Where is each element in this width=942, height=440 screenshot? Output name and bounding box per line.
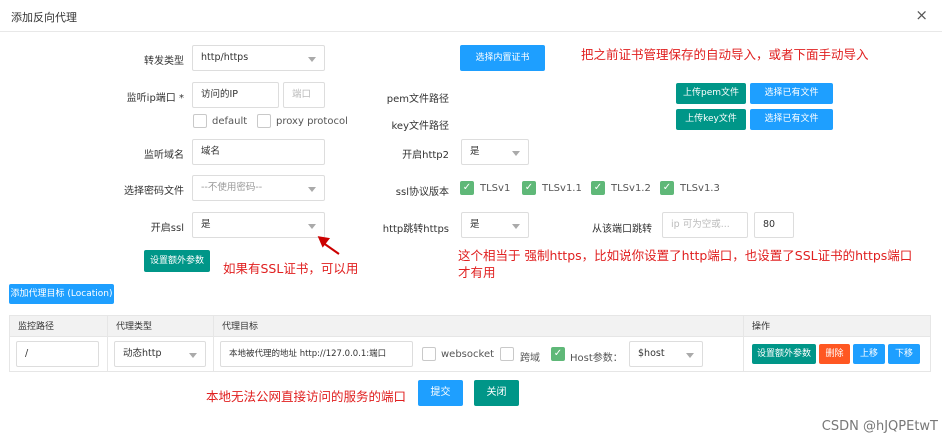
row-move-down-button[interactable]: 下移 bbox=[888, 344, 920, 364]
row-extra-params-button[interactable]: 设置额外参数 bbox=[752, 344, 816, 364]
websocket-checkbox[interactable] bbox=[422, 347, 436, 361]
listen-domain-label: 监听域名 bbox=[144, 150, 184, 161]
default-checkbox[interactable] bbox=[193, 114, 207, 128]
tlsv1-checkbox[interactable]: ✓ bbox=[460, 181, 474, 195]
ssl-protocol-label: ssl协议版本 bbox=[395, 187, 449, 198]
cipher-file-label: 选择密码文件 bbox=[124, 186, 184, 197]
forward-type-label: 转发类型 bbox=[144, 56, 184, 67]
proxy-protocol-checkbox[interactable] bbox=[257, 114, 271, 128]
close-button[interactable]: 关闭 bbox=[474, 380, 519, 406]
tlsv1-3-checkbox[interactable]: ✓ bbox=[660, 181, 674, 195]
enable-ssl-value: 是 bbox=[201, 219, 211, 230]
listen-port-label: 监听ip端口 * bbox=[126, 93, 184, 104]
listen-domain-input[interactable]: 域名 bbox=[192, 139, 325, 165]
column-header-path: 监控路径 bbox=[9, 315, 108, 337]
host-param-label: Host参数： bbox=[570, 353, 623, 364]
column-header-target: 代理目标 bbox=[213, 315, 744, 337]
tlsv1-label: TLSv1 bbox=[480, 183, 511, 194]
annotation-force-https-2: 才有用 bbox=[458, 265, 496, 280]
watermark: CSDN @hJQPEtwT bbox=[821, 419, 938, 434]
http2-value: 是 bbox=[470, 146, 480, 157]
annotation-no-public: 本地无法公网直接访问的服务的端口 bbox=[206, 389, 407, 404]
annotation-force-https: 这个相当于 强制https，比如说你设置了http端口，也设置了SSL证书的ht… bbox=[458, 248, 913, 263]
chevron-down-icon bbox=[512, 224, 520, 229]
choose-cert-button[interactable]: 选择内置证书 bbox=[460, 45, 545, 71]
tlsv1-1-label: TLSv1.1 bbox=[542, 183, 582, 194]
proxy-protocol-label: proxy protocol bbox=[276, 116, 348, 127]
cipher-file-select[interactable]: --不使用密码-- bbox=[192, 175, 325, 201]
redirect-port-label: 从该端口跳转 bbox=[592, 224, 652, 235]
tlsv1-3-label: TLSv1.3 bbox=[680, 183, 720, 194]
tlsv1-1-checkbox[interactable]: ✓ bbox=[522, 181, 536, 195]
default-label: default bbox=[212, 116, 248, 127]
proxy-type-value: 动态http bbox=[123, 348, 162, 359]
upload-pem-button[interactable]: 上传pem文件 bbox=[676, 83, 746, 104]
cross-domain-label: 跨域 bbox=[520, 353, 540, 364]
path-input[interactable]: / bbox=[16, 341, 99, 367]
host-value-select[interactable]: $host bbox=[629, 341, 703, 367]
http-redirect-value: 是 bbox=[470, 219, 480, 230]
chevron-down-icon bbox=[308, 187, 316, 192]
annotation-auto-import: 把之前证书管理保存的自动导入，或者下面手动导入 bbox=[581, 47, 869, 62]
pem-path-label: pem文件路径 bbox=[386, 94, 449, 105]
websocket-label: websocket bbox=[441, 349, 495, 360]
listen-port-input[interactable]: 端口 bbox=[283, 82, 325, 108]
chevron-down-icon bbox=[189, 353, 197, 358]
listen-ip-input[interactable]: 访问的IP bbox=[192, 82, 279, 108]
http-redirect-select[interactable]: 是 bbox=[461, 212, 529, 238]
close-icon[interactable]: × bbox=[915, 6, 928, 24]
chevron-down-icon bbox=[686, 353, 694, 358]
key-path-label: key文件路径 bbox=[391, 121, 449, 132]
column-divider bbox=[213, 336, 214, 372]
dialog-titlebar bbox=[0, 0, 942, 32]
enable-ssl-label: 开启ssl bbox=[150, 223, 184, 234]
submit-button[interactable]: 提交 bbox=[418, 380, 463, 406]
redirect-ip-input[interactable]: ip 可为空或... bbox=[662, 212, 748, 238]
row-move-up-button[interactable]: 上移 bbox=[853, 344, 885, 364]
cross-domain-checkbox[interactable] bbox=[500, 347, 514, 361]
extra-params-button[interactable]: 设置额外参数 bbox=[144, 250, 210, 272]
add-target-button[interactable]: 添加代理目标 (Location) bbox=[9, 284, 114, 304]
chevron-down-icon bbox=[308, 57, 316, 62]
host-value: $host bbox=[638, 348, 665, 359]
select-existing-pem-button[interactable]: 选择已有文件 bbox=[750, 83, 833, 104]
dialog-title: 添加反向代理 bbox=[11, 11, 77, 24]
chevron-down-icon bbox=[512, 151, 520, 156]
select-existing-key-button[interactable]: 选择已有文件 bbox=[750, 109, 833, 130]
http-redirect-label: http跳转https bbox=[382, 224, 449, 235]
upload-key-button[interactable]: 上传key文件 bbox=[676, 109, 746, 130]
chevron-down-icon bbox=[308, 224, 316, 229]
enable-ssl-select[interactable]: 是 bbox=[192, 212, 325, 238]
redirect-port-input[interactable]: 80 bbox=[754, 212, 794, 238]
required-mark: * bbox=[179, 93, 184, 104]
http2-select[interactable]: 是 bbox=[461, 139, 529, 165]
proxy-type-select[interactable]: 动态http bbox=[114, 341, 206, 367]
column-divider bbox=[743, 336, 744, 372]
column-header-type: 代理类型 bbox=[107, 315, 214, 337]
tlsv1-2-label: TLSv1.2 bbox=[611, 183, 651, 194]
row-delete-button[interactable]: 删除 bbox=[819, 344, 850, 364]
proxy-target-input[interactable]: 本地被代理的地址 http://127.0.0.1:端口 bbox=[220, 341, 413, 367]
column-divider bbox=[107, 336, 108, 372]
annotation-ssl-note: 如果有SSL证书，可以用 bbox=[223, 261, 359, 276]
cipher-file-value: --不使用密码-- bbox=[201, 182, 263, 193]
host-param-checkbox[interactable]: ✓ bbox=[551, 347, 565, 361]
column-header-actions: 操作 bbox=[743, 315, 931, 337]
forward-type-select[interactable]: http/https bbox=[192, 45, 325, 71]
forward-type-value: http/https bbox=[201, 52, 249, 63]
tlsv1-2-checkbox[interactable]: ✓ bbox=[591, 181, 605, 195]
http2-label: 开启http2 bbox=[402, 150, 449, 161]
